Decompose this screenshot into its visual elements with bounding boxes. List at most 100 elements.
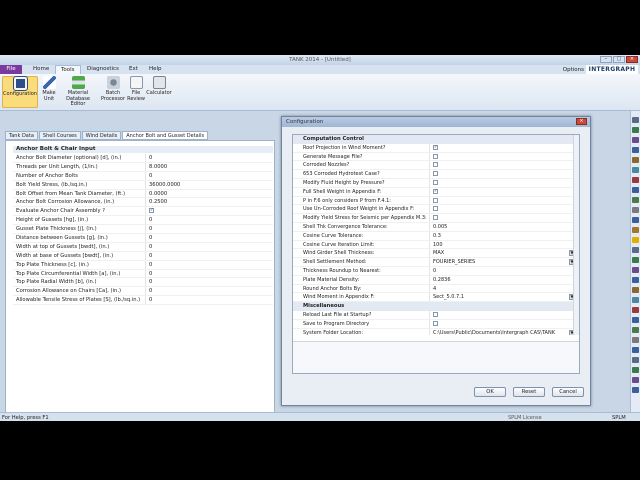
toolbar-tool-icon[interactable] bbox=[632, 317, 639, 323]
property-value[interactable]: 0 bbox=[145, 296, 273, 305]
property-value[interactable]: 0 bbox=[145, 269, 273, 278]
toolbar-tool-icon[interactable] bbox=[632, 197, 639, 203]
config-value[interactable]: 0.005 bbox=[429, 222, 575, 231]
checkbox[interactable] bbox=[433, 179, 438, 185]
config-value[interactable]: 0.3 bbox=[429, 231, 575, 240]
tab-tools[interactable]: Tools bbox=[55, 65, 81, 74]
property-value[interactable]: 0 bbox=[145, 251, 273, 260]
reset-button[interactable]: Reset bbox=[513, 387, 545, 397]
toolbar-tool-icon[interactable] bbox=[632, 217, 639, 223]
tab-help[interactable]: Help bbox=[144, 65, 167, 74]
toolbar-tool-icon[interactable] bbox=[632, 297, 639, 303]
property-value[interactable]: 0 bbox=[145, 216, 273, 225]
property-value[interactable]: 0.0000 bbox=[145, 189, 273, 198]
property-value[interactable]: 0 bbox=[145, 260, 273, 269]
config-value[interactable] bbox=[429, 196, 575, 205]
ok-button[interactable]: OK bbox=[474, 387, 506, 397]
property-value[interactable]: 0 bbox=[145, 154, 273, 162]
toolbar-tool-icon[interactable] bbox=[632, 157, 639, 163]
section-header[interactable]: Miscellaneous bbox=[293, 302, 575, 311]
toolbar-tool-icon[interactable] bbox=[632, 267, 639, 273]
toolbar-tool-icon[interactable] bbox=[632, 237, 639, 243]
tab-shell-courses[interactable]: Shell Courses bbox=[38, 131, 81, 140]
property-value[interactable]: ✓ bbox=[145, 207, 273, 216]
property-value[interactable]: 0 bbox=[145, 287, 273, 296]
config-value[interactable]: FOURIER_SERIES ▼ bbox=[429, 258, 575, 266]
toolbar-tool-icon[interactable] bbox=[632, 277, 639, 283]
toolbar-tool-icon[interactable] bbox=[632, 347, 639, 353]
config-value[interactable]: 0.2836 bbox=[429, 275, 575, 284]
toolbar-tool-icon[interactable] bbox=[632, 117, 639, 123]
toolbar-tool-icon[interactable] bbox=[632, 287, 639, 293]
toolbar-tool-icon[interactable] bbox=[632, 307, 639, 313]
section-header[interactable]: Computation Control bbox=[293, 135, 575, 144]
config-value[interactable]: 4 bbox=[429, 284, 575, 293]
property-value[interactable]: 0.2500 bbox=[145, 198, 273, 207]
property-value[interactable]: 0 bbox=[145, 171, 273, 180]
toolbar-tool-icon[interactable] bbox=[632, 147, 639, 153]
config-value[interactable] bbox=[429, 170, 575, 178]
checkbox[interactable] bbox=[433, 171, 438, 177]
toolbar-tool-icon[interactable] bbox=[632, 137, 639, 143]
property-value[interactable]: 0 bbox=[145, 225, 273, 234]
calculator-button[interactable]: Calculator bbox=[146, 76, 172, 97]
dialog-close-icon[interactable]: × bbox=[576, 118, 587, 125]
tab-wind-details[interactable]: Wind Details bbox=[81, 131, 122, 140]
toolbar-tool-icon[interactable] bbox=[632, 187, 639, 193]
config-value[interactable]: ✓ bbox=[429, 143, 575, 152]
checkbox[interactable] bbox=[433, 162, 438, 168]
toolbar-tool-icon[interactable] bbox=[632, 327, 639, 333]
dialog-scrollbar[interactable] bbox=[573, 135, 579, 335]
config-value[interactable]: MAX ▼ bbox=[429, 249, 575, 258]
maximize-button[interactable]: □ bbox=[613, 56, 625, 63]
configuration-button[interactable]: Configuration bbox=[2, 76, 38, 108]
options-menu[interactable]: Options bbox=[563, 67, 584, 73]
config-value[interactable]: C:\Users\Public\Documents\Intergraph CAS… bbox=[429, 328, 575, 335]
checkbox[interactable] bbox=[433, 153, 438, 159]
toolbar-tool-icon[interactable] bbox=[632, 247, 639, 253]
close-button[interactable]: × bbox=[626, 56, 638, 63]
config-value[interactable] bbox=[429, 152, 575, 161]
tab-anchor-bolt-gusset[interactable]: Anchor Bolt and Gusset Details bbox=[122, 131, 209, 140]
config-value[interactable] bbox=[429, 214, 575, 222]
property-value[interactable]: 8.0000 bbox=[145, 162, 273, 171]
tab-file[interactable]: File bbox=[0, 65, 22, 74]
checkbox[interactable]: ✓ bbox=[433, 144, 438, 150]
config-value[interactable] bbox=[429, 161, 575, 170]
checkbox[interactable] bbox=[433, 215, 438, 221]
cancel-button[interactable]: Cancel bbox=[552, 387, 584, 397]
checkbox[interactable] bbox=[433, 197, 438, 203]
batch-processor-button[interactable]: Batch Processor bbox=[100, 76, 126, 102]
minimize-button[interactable]: – bbox=[600, 56, 612, 63]
toolbar-tool-icon[interactable] bbox=[632, 377, 639, 383]
toolbar-tool-icon[interactable] bbox=[632, 337, 639, 343]
toolbar-tool-icon[interactable] bbox=[632, 207, 639, 213]
checkbox[interactable] bbox=[433, 320, 438, 326]
checkbox[interactable]: ✓ bbox=[433, 188, 438, 194]
material-database-editor-button[interactable]: Material Database Editor bbox=[58, 76, 98, 108]
toolbar-tool-icon[interactable] bbox=[632, 257, 639, 263]
config-value[interactable] bbox=[429, 178, 575, 187]
toolbar-tool-icon[interactable] bbox=[632, 387, 639, 393]
config-value[interactable]: 100 bbox=[429, 240, 575, 249]
toolbar-tool-icon[interactable] bbox=[632, 177, 639, 183]
config-value[interactable]: Sect_5.0.7.1 ▼ bbox=[429, 293, 575, 302]
checkbox[interactable] bbox=[433, 206, 438, 212]
config-value[interactable] bbox=[429, 310, 575, 319]
toolbar-tool-icon[interactable] bbox=[632, 127, 639, 133]
config-value[interactable]: 0 bbox=[429, 266, 575, 275]
config-value[interactable]: ✓ bbox=[429, 187, 575, 196]
make-unit-button[interactable]: Make Unit bbox=[40, 76, 58, 102]
toolbar-tool-icon[interactable] bbox=[632, 357, 639, 363]
property-value[interactable]: 36000.0000 bbox=[145, 180, 273, 189]
toolbar-tool-icon[interactable] bbox=[632, 167, 639, 173]
tab-ext[interactable]: Ext bbox=[124, 65, 143, 74]
tab-tank-data[interactable]: Tank Data bbox=[5, 131, 38, 140]
property-value[interactable]: 0 bbox=[145, 278, 273, 287]
checkbox[interactable]: ✓ bbox=[149, 208, 154, 214]
config-value[interactable] bbox=[429, 205, 575, 214]
property-value[interactable]: 0 bbox=[145, 242, 273, 251]
tab-diagnostics[interactable]: Diagnostics bbox=[82, 65, 124, 74]
property-value[interactable]: 0 bbox=[145, 234, 273, 242]
toolbar-tool-icon[interactable] bbox=[632, 227, 639, 233]
